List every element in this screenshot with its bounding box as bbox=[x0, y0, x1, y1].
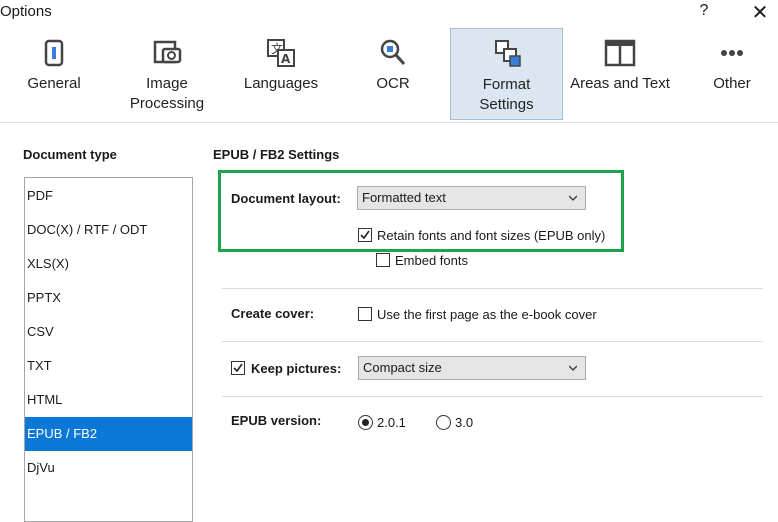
list-item-pptx[interactable]: PPTX bbox=[25, 281, 192, 315]
epub-version-201-label: 2.0.1 bbox=[377, 415, 406, 430]
document-layout-select[interactable]: Formatted text bbox=[357, 186, 586, 210]
tab-format-settings[interactable]: Format Settings bbox=[450, 28, 563, 120]
separator bbox=[222, 288, 763, 289]
list-item-txt[interactable]: TXT bbox=[25, 349, 192, 383]
epub-version-radio-201[interactable] bbox=[358, 415, 373, 430]
options-toolbar: General Image Processing 文 A Languages O… bbox=[0, 26, 778, 123]
separator bbox=[222, 396, 763, 397]
checkmark-icon bbox=[360, 230, 370, 240]
list-item-epub-fb2[interactable]: EPUB / FB2 bbox=[25, 417, 192, 451]
chevron-down-icon bbox=[569, 365, 577, 371]
epub-version-radio-30[interactable] bbox=[436, 415, 451, 430]
tab-other[interactable]: Other bbox=[694, 28, 770, 120]
create-cover-checkbox[interactable] bbox=[358, 307, 372, 321]
document-layout-value: Formatted text bbox=[362, 190, 446, 205]
embed-fonts-label: Embed fonts bbox=[395, 253, 468, 268]
tab-languages[interactable]: 文 A Languages bbox=[236, 28, 326, 120]
radio-selected-dot bbox=[362, 419, 369, 426]
epub-version-label: EPUB version: bbox=[231, 413, 322, 428]
more-icon bbox=[721, 50, 743, 56]
tab-general-label: General bbox=[27, 75, 81, 92]
title-bar: Options ? ✕ bbox=[0, 0, 778, 26]
tab-other-label: Other bbox=[713, 75, 751, 92]
list-item-doc[interactable]: DOC(X) / RTF / ODT bbox=[25, 213, 192, 247]
tab-areas-and-text[interactable]: Areas and Text bbox=[568, 28, 672, 120]
epub-version-30-label: 3.0 bbox=[455, 415, 474, 430]
general-icon bbox=[44, 39, 64, 67]
chevron-down-icon bbox=[569, 195, 577, 201]
areas-text-icon bbox=[604, 39, 636, 67]
help-button[interactable]: ? bbox=[694, 2, 714, 22]
tab-format-settings-label: Format Settings bbox=[479, 76, 534, 113]
list-item-csv[interactable]: CSV bbox=[25, 315, 192, 349]
document-type-list[interactable]: PDF DOC(X) / RTF / ODT XLS(X) PPTX CSV T… bbox=[24, 177, 193, 522]
keep-pictures-value: Compact size bbox=[363, 360, 442, 375]
list-item-xls[interactable]: XLS(X) bbox=[25, 247, 192, 281]
close-button[interactable]: ✕ bbox=[746, 0, 774, 24]
list-item-html[interactable]: HTML bbox=[25, 383, 192, 417]
create-cover-label: Create cover: bbox=[231, 306, 315, 321]
retain-fonts-label: Retain fonts and font sizes (EPUB only) bbox=[377, 228, 606, 243]
tab-areas-and-text-label: Areas and Text bbox=[570, 75, 670, 92]
format-settings-icon bbox=[494, 40, 521, 67]
tab-languages-label: Languages bbox=[243, 75, 319, 92]
list-item-pdf[interactable]: PDF bbox=[25, 179, 192, 213]
image-processing-icon bbox=[153, 40, 182, 64]
tab-general[interactable]: General bbox=[10, 28, 98, 120]
languages-icon: 文 A bbox=[267, 39, 295, 67]
list-item-djvu[interactable]: DjVu bbox=[25, 451, 192, 485]
tab-ocr[interactable]: OCR bbox=[350, 28, 436, 120]
create-cover-checkbox-label: Use the first page as the e-book cover bbox=[377, 307, 597, 322]
document-type-title: Document type bbox=[23, 147, 117, 162]
document-layout-label: Document layout: bbox=[231, 191, 341, 206]
keep-pictures-select[interactable]: Compact size bbox=[358, 356, 586, 380]
separator bbox=[222, 341, 763, 342]
embed-fonts-checkbox[interactable] bbox=[376, 253, 390, 267]
keep-pictures-label: Keep pictures: bbox=[251, 361, 342, 376]
keep-pictures-checkbox[interactable] bbox=[231, 361, 245, 375]
ocr-icon bbox=[380, 39, 406, 65]
tab-image-processing[interactable]: Image Processing bbox=[122, 28, 212, 120]
settings-title: EPUB / FB2 Settings bbox=[213, 147, 340, 162]
tab-ocr-label: OCR bbox=[376, 75, 410, 92]
checkmark-icon bbox=[233, 363, 243, 373]
window-title: Options bbox=[0, 3, 52, 20]
retain-fonts-checkbox[interactable] bbox=[358, 228, 372, 242]
svg-text:A: A bbox=[281, 52, 291, 66]
tab-image-processing-label: Image Processing bbox=[129, 75, 205, 112]
